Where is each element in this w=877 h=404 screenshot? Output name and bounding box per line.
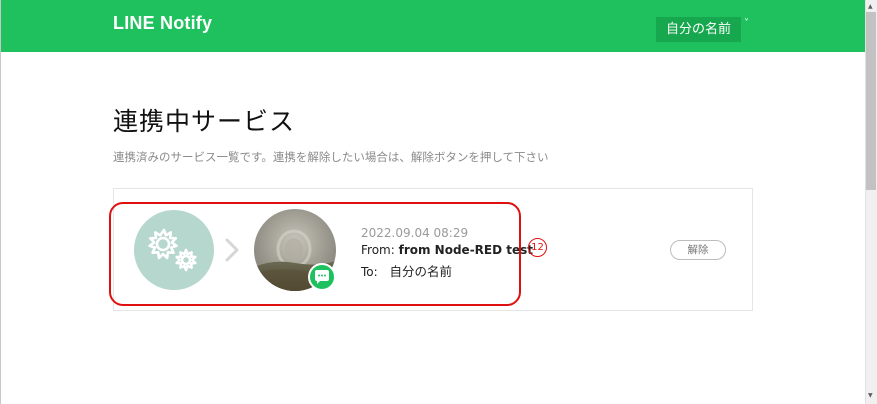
user-menu-button[interactable]: 自分の名前 — [656, 17, 742, 42]
annotation-highlight-box — [109, 202, 521, 306]
chevron-down-icon[interactable]: ˅ — [744, 18, 749, 29]
scroll-down-icon[interactable]: ▼ — [868, 392, 873, 399]
top-bar: LINE Notify 自分の名前 ˅ — [0, 0, 865, 52]
line-notify-logo[interactable]: LINE Notify — [113, 13, 212, 34]
scrollbar-thumb[interactable] — [866, 12, 876, 190]
page-title: 連携中サービス — [113, 107, 296, 136]
page-description: 連携済みのサービス一覧です。連携を解除したい場合は、解除ボタンを押して下さい — [113, 150, 549, 164]
annotation-marker: 12 — [528, 238, 547, 257]
scroll-up-icon[interactable]: ▲ — [868, 3, 873, 10]
window-border — [0, 0, 1, 404]
unlink-button[interactable]: 解除 — [670, 240, 726, 260]
